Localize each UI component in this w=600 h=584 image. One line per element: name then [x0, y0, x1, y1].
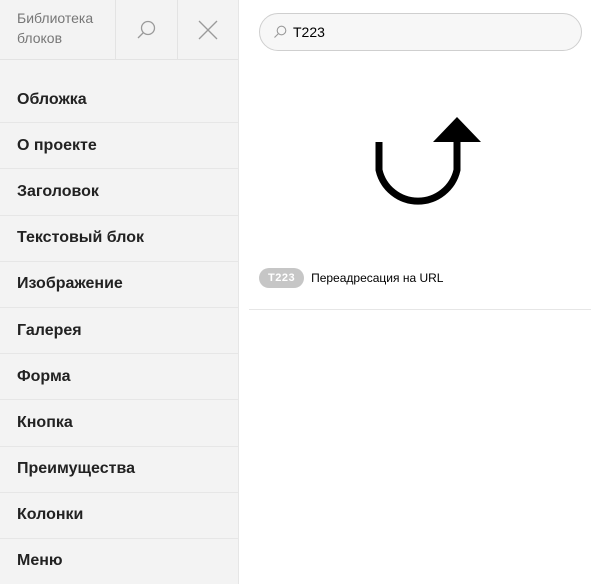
category-text-block[interactable]: Текстовый блок: [0, 216, 238, 262]
close-button[interactable]: [176, 0, 238, 60]
search-icon: [274, 25, 287, 38]
category-gallery[interactable]: Галерея: [0, 308, 238, 355]
block-code-badge: T223: [259, 268, 305, 288]
category-image[interactable]: Изображение: [0, 262, 238, 308]
category-button[interactable]: Кнопка: [0, 400, 238, 447]
category-form[interactable]: Форма: [0, 354, 238, 401]
block-meta: T223 Переадресация на URL: [259, 268, 443, 288]
block-library-sidebar: Библиотека блоков Обложка О проекте Заго…: [0, 0, 239, 584]
category-cover[interactable]: Обложка: [0, 77, 238, 124]
category-features[interactable]: Преимущества: [0, 447, 238, 493]
search-field[interactable]: [259, 13, 582, 51]
search-button[interactable]: [115, 0, 176, 60]
block-result-t223[interactable]: T223 Переадресация на URL: [249, 62, 591, 310]
category-menu[interactable]: Меню: [0, 539, 238, 584]
category-about[interactable]: О проекте: [0, 123, 238, 170]
sidebar-header: Библиотека блоков: [0, 0, 238, 60]
category-columns[interactable]: Колонки: [0, 493, 238, 539]
block-name: Переадресация на URL: [311, 271, 444, 285]
search-icon: [137, 20, 156, 39]
category-list: Обложка О проекте Заголовок Текстовый бл…: [0, 60, 238, 584]
category-heading[interactable]: Заголовок: [0, 169, 238, 216]
block-preview: [373, 114, 483, 219]
search-results-panel: T223 Переадресация на URL: [249, 0, 591, 584]
close-icon: [198, 20, 218, 40]
sidebar-title: Библиотека блоков: [17, 10, 94, 46]
redirect-arrow-icon: [375, 117, 481, 205]
search-input[interactable]: [293, 24, 563, 40]
